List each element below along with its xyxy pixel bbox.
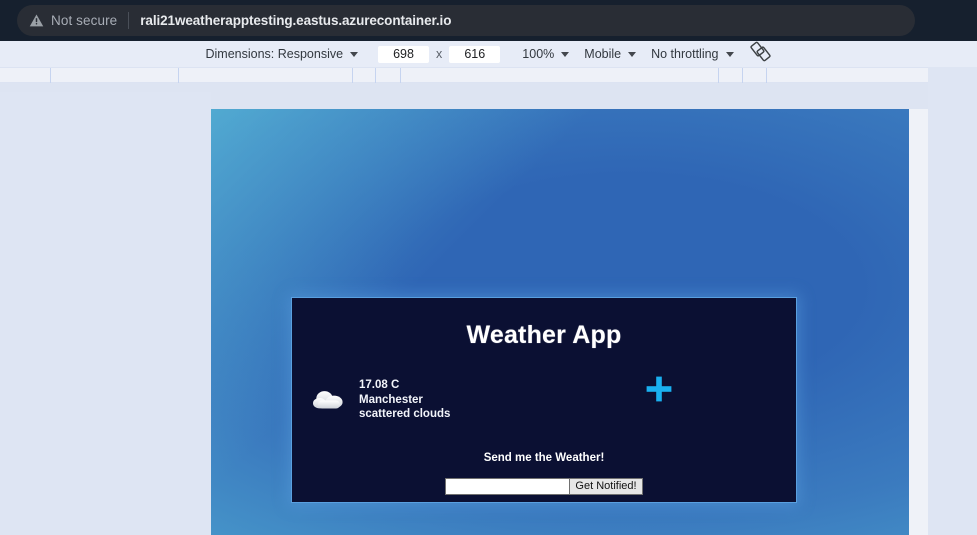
weather-app-card: Weather App 17.08 C Manchester scattered…	[291, 297, 797, 503]
security-status-chip[interactable]: Not secure	[17, 5, 117, 36]
devtools-right-backdrop	[928, 67, 977, 535]
emulated-page-viewport[interactable]: Weather App 17.08 C Manchester scattered…	[211, 109, 909, 535]
ruler-tick	[742, 68, 743, 84]
warning-triangle-icon	[29, 13, 44, 28]
ruler-tick	[718, 68, 719, 84]
throttling-dropdown[interactable]: No throttling	[649, 41, 734, 67]
ruler-shadow	[0, 83, 977, 92]
weather-description: scattered clouds	[359, 408, 451, 420]
chevron-down-icon	[725, 51, 734, 57]
devtools-left-backdrop	[0, 92, 211, 535]
chevron-down-icon	[350, 51, 359, 57]
device-emulation-toolbar: Dimensions: Responsive x 100% Mobile No …	[0, 41, 977, 67]
viewport-height-input[interactable]	[449, 45, 501, 63]
zoom-label: 100%	[522, 47, 555, 61]
device-type-label: Mobile	[584, 47, 622, 61]
rotate-device-button[interactable]	[748, 41, 774, 67]
dimensions-dropdown[interactable]: Dimensions: Responsive	[203, 41, 359, 67]
viewport-ruler	[0, 67, 977, 84]
weather-details: 17.08 C Manchester scattered clouds	[359, 378, 450, 422]
dimension-separator: x	[436, 47, 443, 61]
ruler-tick	[50, 68, 51, 84]
signup-form: Get Notified!	[292, 477, 796, 495]
email-field[interactable]	[445, 477, 570, 495]
ruler-tick	[400, 68, 401, 84]
signup-prompt: Send me the Weather!	[483, 451, 605, 464]
device-type-dropdown[interactable]: Mobile	[582, 41, 637, 67]
city-name: Manchester	[359, 393, 423, 406]
address-bar[interactable]: Not secure rali21weatherapptesting.eastu…	[17, 5, 915, 36]
viewport-scrollbar-track[interactable]	[909, 109, 928, 535]
throttling-label: No throttling	[651, 47, 719, 61]
viewport-width-input[interactable]	[378, 45, 430, 63]
ruler-tick	[352, 68, 353, 84]
cloud-icon	[311, 385, 349, 415]
security-status-label: Not secure	[51, 13, 118, 28]
page-title: Weather App	[466, 321, 622, 349]
plus-icon[interactable]	[644, 374, 674, 404]
url-text[interactable]: rali21weatherapptesting.eastus.azurecont…	[140, 13, 451, 28]
ruler-tick	[178, 68, 179, 84]
current-weather-row: 17.08 C Manchester scattered clouds	[292, 376, 796, 422]
browser-toolbar: Not secure rali21weatherapptesting.eastu…	[0, 0, 977, 41]
get-notified-button[interactable]: Get Notified!	[569, 477, 643, 495]
chevron-down-icon	[561, 51, 570, 57]
rotate-device-icon	[750, 41, 771, 67]
ruler-tick	[375, 68, 376, 84]
chevron-down-icon	[628, 51, 637, 57]
temperature-value: 17.08 C	[359, 379, 400, 391]
ruler-tick	[766, 68, 767, 84]
dimensions-label: Dimensions: Responsive	[205, 47, 344, 61]
zoom-dropdown[interactable]: 100%	[520, 41, 570, 67]
omnibox-divider	[128, 12, 130, 29]
